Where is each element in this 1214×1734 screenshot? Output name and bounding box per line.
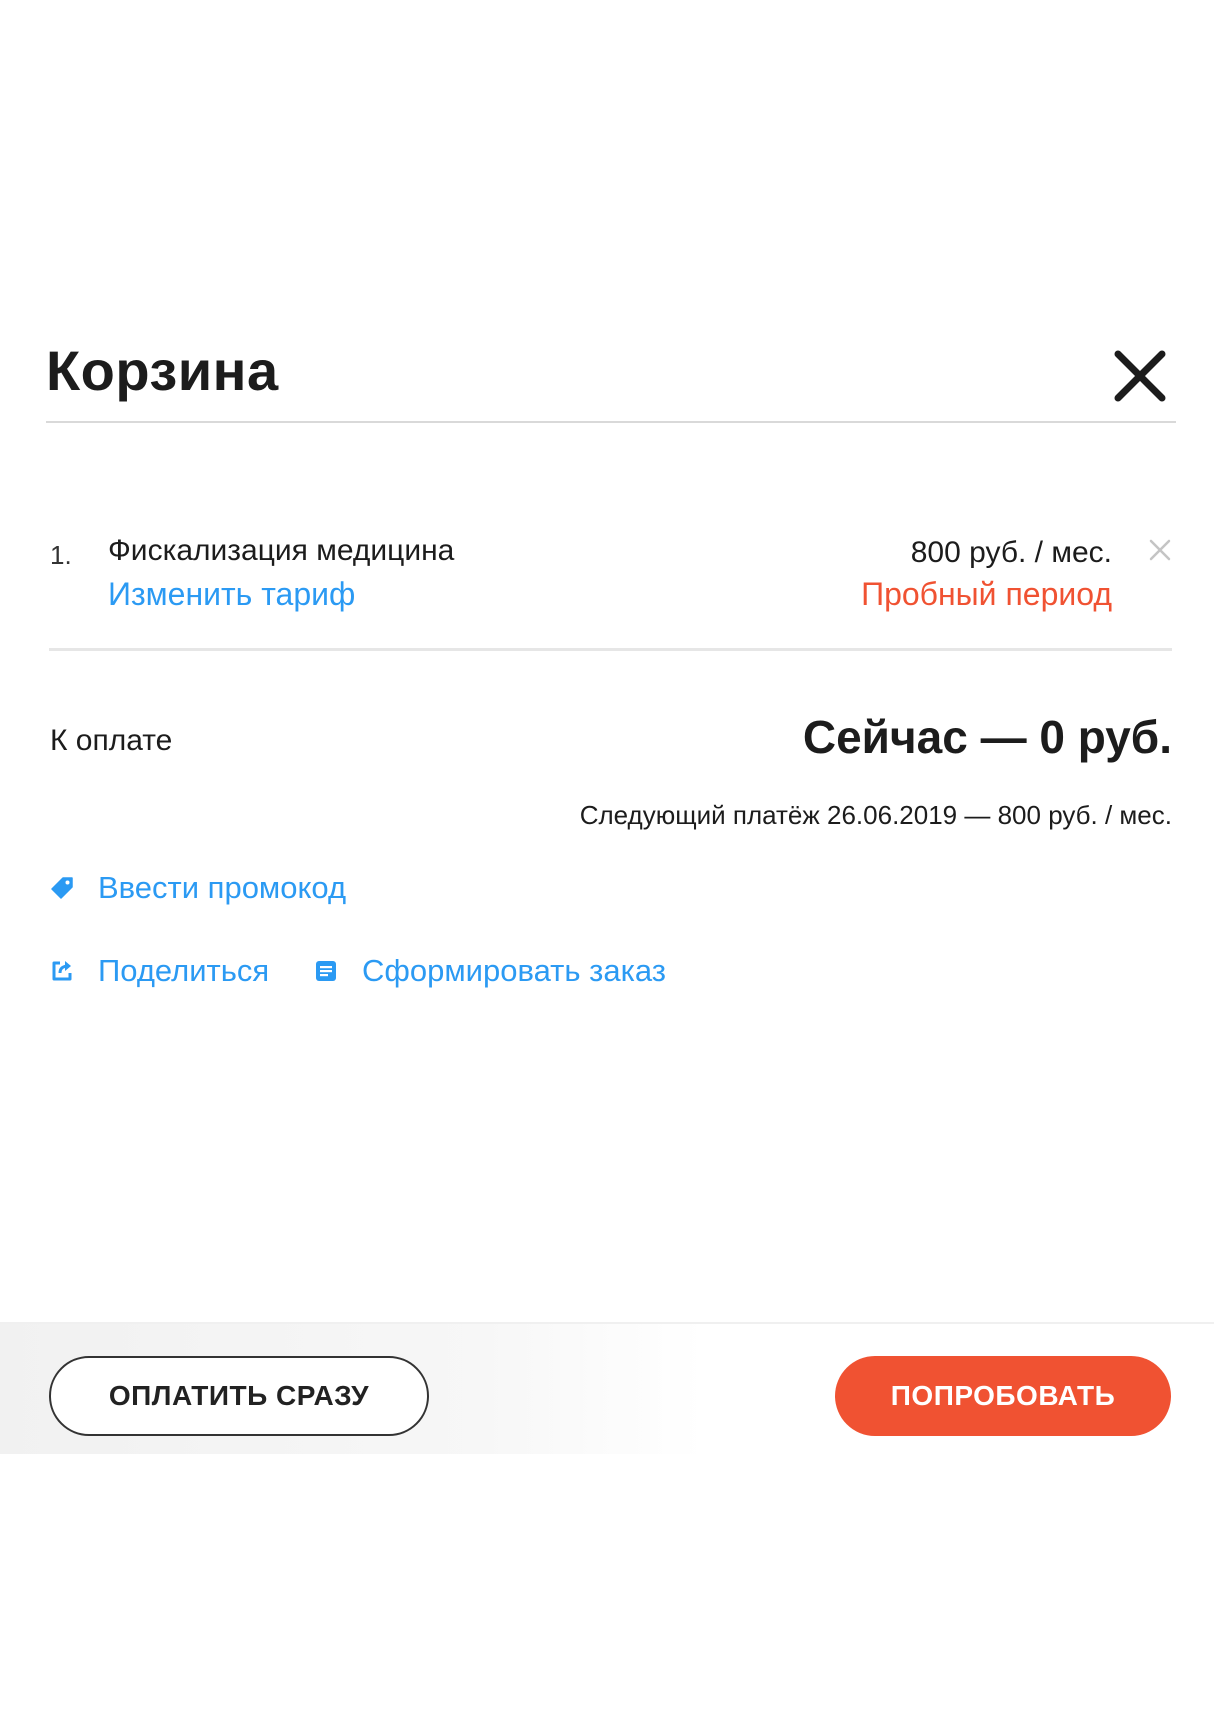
share-icon — [52, 961, 72, 981]
create-order-link[interactable]: Сформировать заказ — [314, 953, 666, 989]
change-tariff-link[interactable]: Изменить тариф — [108, 576, 355, 613]
item-divider — [49, 648, 1172, 651]
item-name: Фискализация медицина — [108, 534, 455, 567]
pay-now-button[interactable]: ОПЛАТИТЬ СРАЗУ — [49, 1356, 429, 1436]
try-button[interactable]: ПОПРОБОВАТЬ — [835, 1356, 1171, 1436]
create-order-label: Сформировать заказ — [362, 953, 666, 988]
promo-code-link[interactable]: Ввести промокод — [50, 870, 346, 906]
document-icon — [316, 961, 336, 981]
remove-item-button[interactable] — [1148, 538, 1172, 562]
tag-icon — [51, 877, 73, 899]
header-divider — [46, 421, 1176, 423]
cart-modal: Корзина 1. Фискализация медицина Изменит… — [0, 0, 1214, 1734]
close-icon — [1114, 350, 1166, 402]
close-button[interactable] — [1110, 346, 1170, 406]
to-pay-label: К оплате — [50, 724, 173, 757]
promo-code-label: Ввести промокод — [98, 870, 347, 905]
item-number: 1. — [50, 540, 72, 570]
share-link[interactable]: Поделиться — [50, 953, 269, 989]
share-label: Поделиться — [98, 953, 270, 988]
cart-title: Корзина — [46, 339, 279, 402]
next-payment-info: Следующий платёж 26.06.2019 — 800 руб. /… — [579, 800, 1172, 830]
trial-period-label: Пробный период — [861, 576, 1112, 612]
item-price: 800 руб. / мес. — [910, 536, 1112, 569]
total-now: Сейчас — 0 руб. — [802, 711, 1172, 763]
remove-item-icon — [1149, 539, 1171, 561]
